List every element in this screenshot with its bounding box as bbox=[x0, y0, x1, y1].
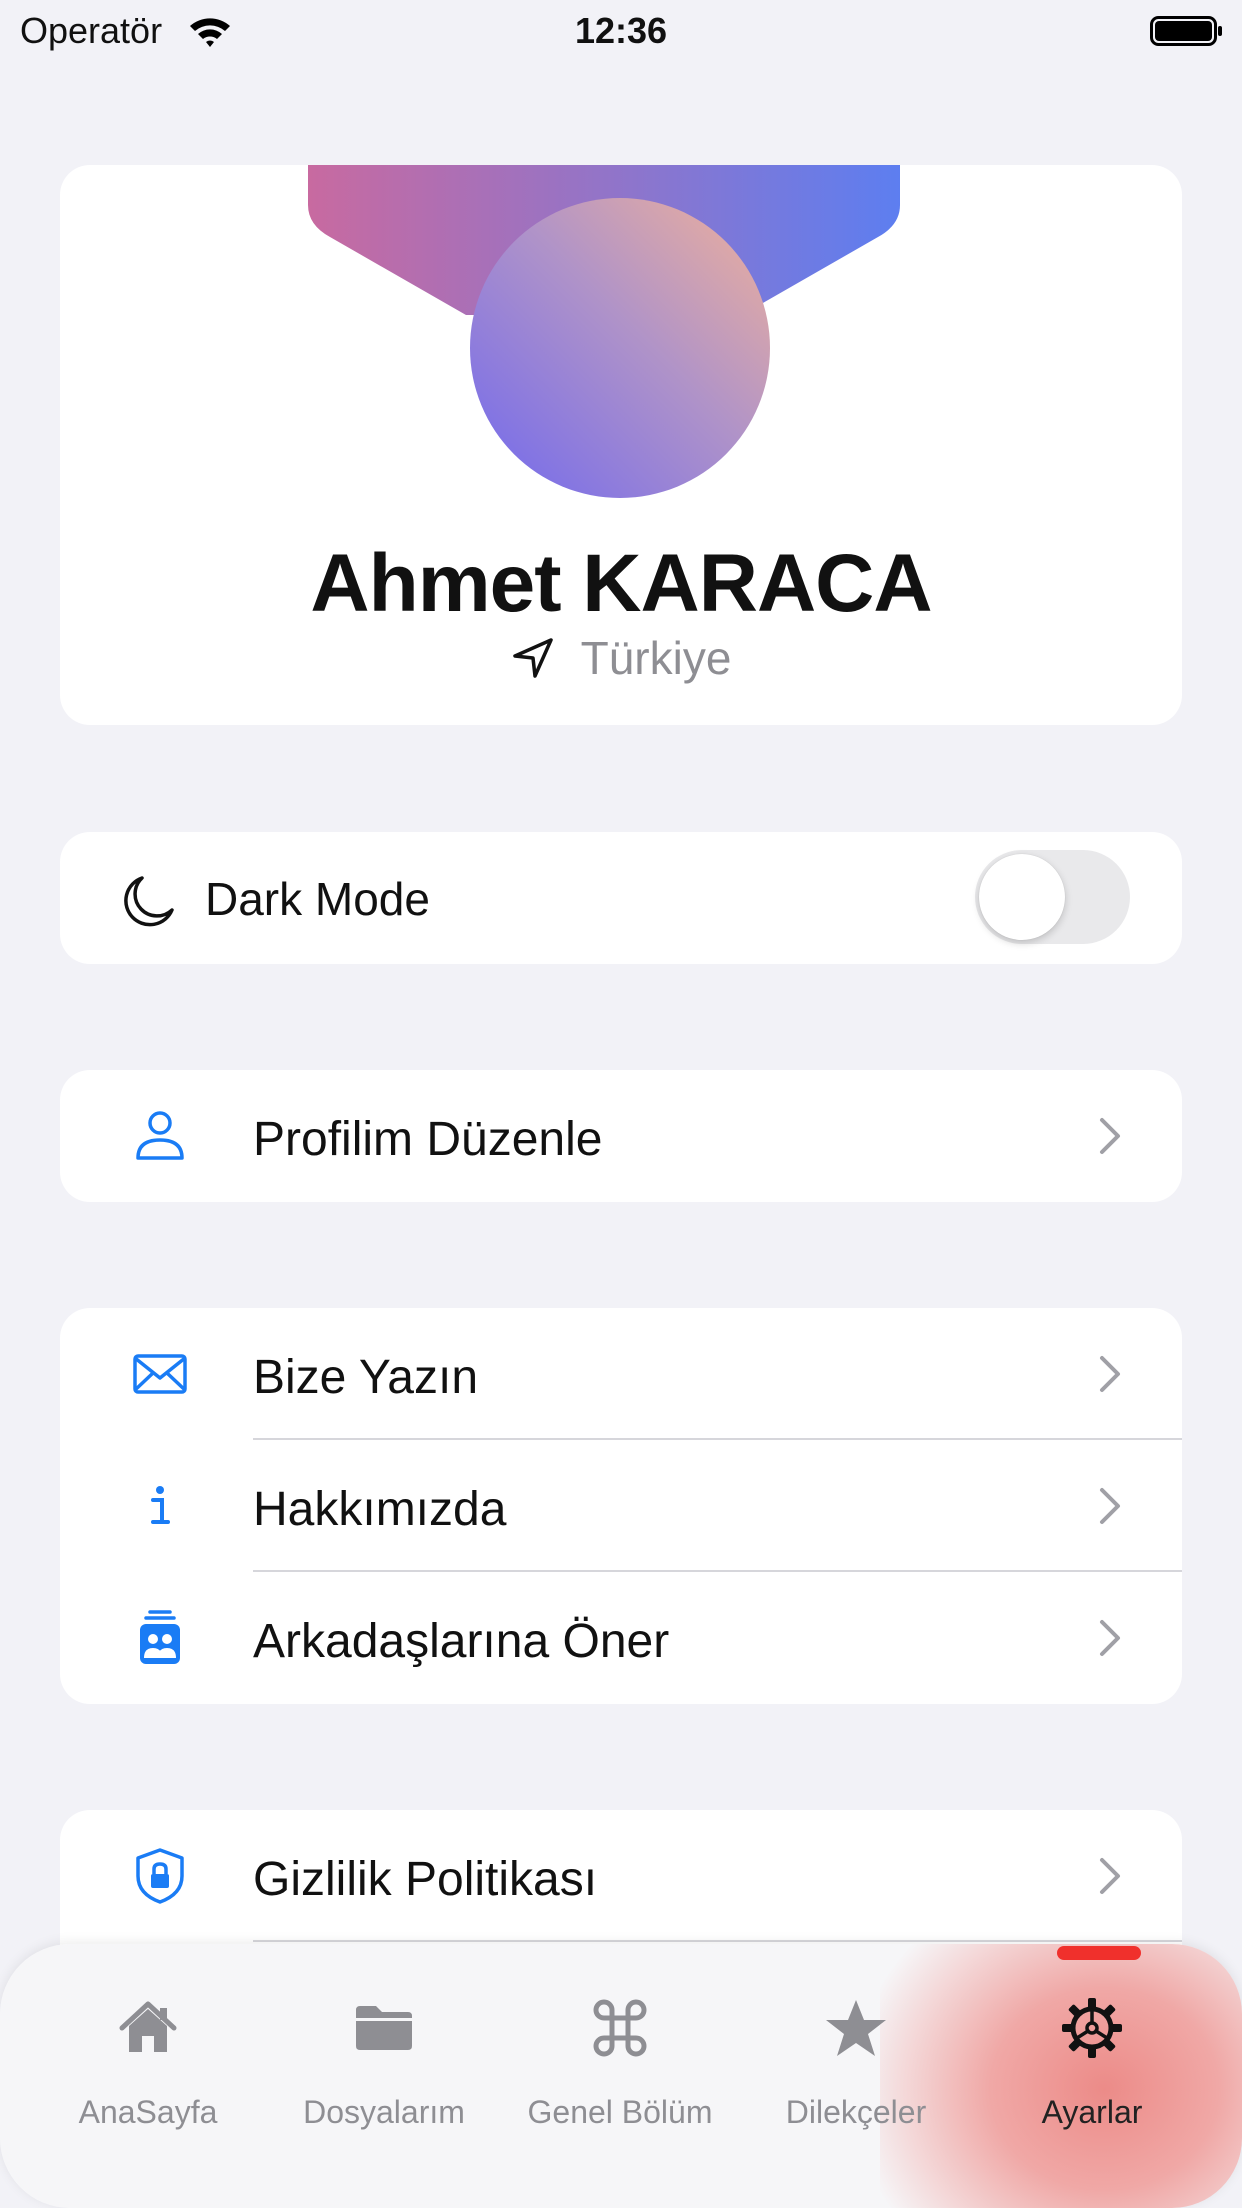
menu-item-label: Profilim Düzenle bbox=[253, 1113, 603, 1166]
chevron-right-icon bbox=[1100, 1488, 1120, 1524]
menu-item-edit-profile[interactable]: Profilim Düzenle bbox=[60, 1070, 1182, 1202]
shield-lock-icon bbox=[136, 1848, 184, 1904]
support-card: Bize Yazın Hakkımızda Arkadaşlarına Öner bbox=[60, 1308, 1182, 1704]
menu-item-contact[interactable]: Bize Yazın bbox=[60, 1308, 1182, 1440]
tab-petitions[interactable]: Dilekçeler bbox=[738, 1944, 974, 2208]
menu-item-about[interactable]: Hakkımızda bbox=[60, 1440, 1182, 1572]
location-arrow-icon bbox=[512, 638, 553, 678]
chevron-right-icon bbox=[1100, 1356, 1120, 1392]
menu-item-label: Bize Yazın bbox=[253, 1351, 479, 1404]
settings-screen: Operatör 12:36 Ahmet KARACA Türkiye Dark… bbox=[0, 0, 1242, 2208]
active-tab-indicator bbox=[1057, 1946, 1141, 1960]
toggle-knob bbox=[979, 854, 1065, 940]
tab-label: AnaSayfa bbox=[78, 2094, 218, 2130]
dark-mode-card: Dark Mode bbox=[60, 832, 1182, 964]
star-icon bbox=[826, 2000, 886, 2056]
tab-label: Dilekçeler bbox=[785, 2094, 927, 2130]
clock: 12:36 bbox=[574, 10, 668, 51]
location-label: Türkiye bbox=[580, 632, 732, 684]
share-contacts-icon bbox=[140, 1610, 180, 1664]
command-icon bbox=[593, 1999, 647, 2057]
divider bbox=[253, 1940, 1182, 1942]
info-icon bbox=[151, 1486, 170, 1524]
folder-icon bbox=[356, 2006, 412, 2050]
menu-item-privacy[interactable]: Gizlilik Politikası bbox=[60, 1810, 1182, 1942]
dark-mode-toggle[interactable] bbox=[975, 850, 1130, 944]
menu-item-recommend[interactable]: Arkadaşlarına Öner bbox=[60, 1572, 1182, 1704]
tab-home[interactable]: AnaSayfa bbox=[30, 1944, 266, 2208]
person-icon bbox=[136, 1111, 184, 1160]
home-icon bbox=[119, 2001, 177, 2052]
menu-item-label: Gizlilik Politikası bbox=[253, 1853, 598, 1906]
tab-settings[interactable]: Ayarlar bbox=[974, 1944, 1210, 2208]
location-row: Türkiye bbox=[60, 631, 1182, 685]
status-bar: Operatör 12:36 bbox=[0, 0, 1242, 64]
menu-item-label: Hakkımızda bbox=[253, 1483, 507, 1536]
tab-bar: AnaSayfa Dosyalarım Genel Bölüm Dilekçel… bbox=[0, 1944, 1242, 2208]
dark-mode-label: Dark Mode bbox=[205, 873, 430, 925]
tab-files[interactable]: Dosyalarım bbox=[266, 1944, 502, 2208]
chevron-right-icon bbox=[1100, 1858, 1120, 1894]
tab-label: Genel Bölüm bbox=[527, 2094, 713, 2130]
profile-name: Ahmet KARACA bbox=[310, 538, 932, 629]
envelope-icon bbox=[133, 1354, 187, 1394]
tab-label: Ayarlar bbox=[1041, 2094, 1143, 2130]
gear-icon bbox=[1062, 1998, 1122, 2058]
profile-card: Ahmet KARACA Türkiye bbox=[60, 165, 1182, 725]
avatar[interactable] bbox=[470, 198, 770, 498]
moon-icon bbox=[124, 876, 174, 927]
chevron-right-icon bbox=[1100, 1620, 1120, 1656]
tab-general[interactable]: Genel Bölüm bbox=[502, 1944, 738, 2208]
chevron-right-icon bbox=[1100, 1118, 1120, 1154]
battery-icon bbox=[1150, 16, 1222, 46]
edit-profile-card: Profilim Düzenle bbox=[60, 1070, 1182, 1202]
tab-label: Dosyalarım bbox=[303, 2094, 465, 2130]
menu-item-label: Arkadaşlarına Öner bbox=[253, 1615, 670, 1668]
